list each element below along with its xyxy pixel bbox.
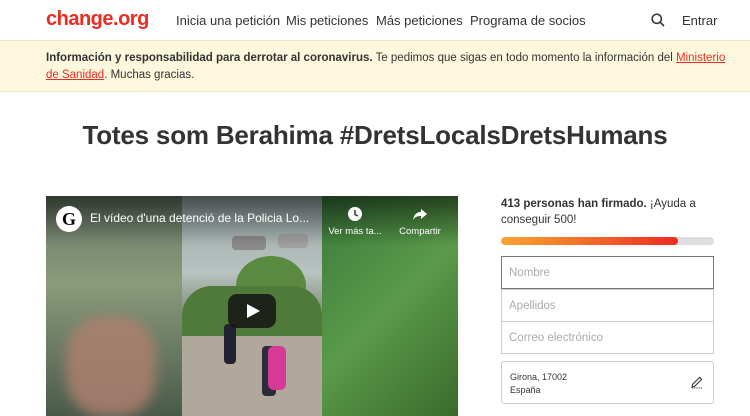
share-icon [413, 209, 427, 220]
email-field[interactable] [501, 321, 714, 354]
play-button[interactable] [228, 294, 276, 328]
channel-avatar[interactable]: G [56, 206, 82, 232]
info-banner: Información y responsabilidad para derro… [0, 40, 750, 92]
banner-end: . Muchas gracias. [104, 69, 195, 81]
clock-icon [348, 207, 362, 221]
last-name-field[interactable] [501, 289, 714, 322]
share-button[interactable]: Compartir [390, 206, 450, 237]
change-org-logo[interactable]: change.org [46, 8, 149, 31]
petition-title: Totes som Berahima #DretsLocalsDretsHuma… [82, 120, 668, 150]
signature-progress-fill [501, 237, 678, 245]
nav-partners-program[interactable]: Programa de socios [470, 13, 586, 28]
nav-my-petitions[interactable]: Mis peticiones [286, 13, 368, 28]
edit-pencil-icon[interactable] [690, 375, 704, 389]
video-street [182, 336, 322, 416]
search-icon[interactable] [651, 13, 665, 27]
top-nav: change.org Inicia una petición Mis petic… [0, 0, 750, 40]
banner-body: Te pedimos que sigas en todo momento la … [372, 52, 677, 64]
video-person [224, 324, 236, 364]
share-label: Compartir [399, 226, 441, 237]
watch-later-button[interactable]: Ver más ta... [325, 206, 385, 237]
location-box[interactable]: Girona, 17002 España [501, 361, 714, 404]
first-name-field[interactable] [501, 256, 714, 289]
watch-later-label: Ver más ta... [328, 226, 382, 237]
location-country: España [510, 385, 541, 395]
banner-text: Información y responsabilidad para derro… [46, 50, 726, 84]
video-title[interactable]: El vídeo d'una detenció de la Policia Lo… [90, 211, 309, 225]
video-player[interactable]: G El vídeo d'una detenció de la Policia … [46, 196, 458, 416]
nav-more-petitions[interactable]: Más peticiones [376, 13, 463, 28]
banner-bold: Información y responsabilidad para derro… [46, 52, 373, 64]
signature-count: 413 personas han firmado. ¡Ayuda a conse… [501, 196, 714, 228]
signature-progress-bar [501, 237, 714, 245]
location-city: Girona, 17002 [510, 372, 568, 382]
nav-start-petition[interactable]: Inicia una petición [176, 13, 280, 28]
signature-count-bold: 413 personas han firmado. [501, 198, 647, 210]
video-person [268, 346, 286, 390]
login-link[interactable]: Entrar [682, 13, 717, 28]
